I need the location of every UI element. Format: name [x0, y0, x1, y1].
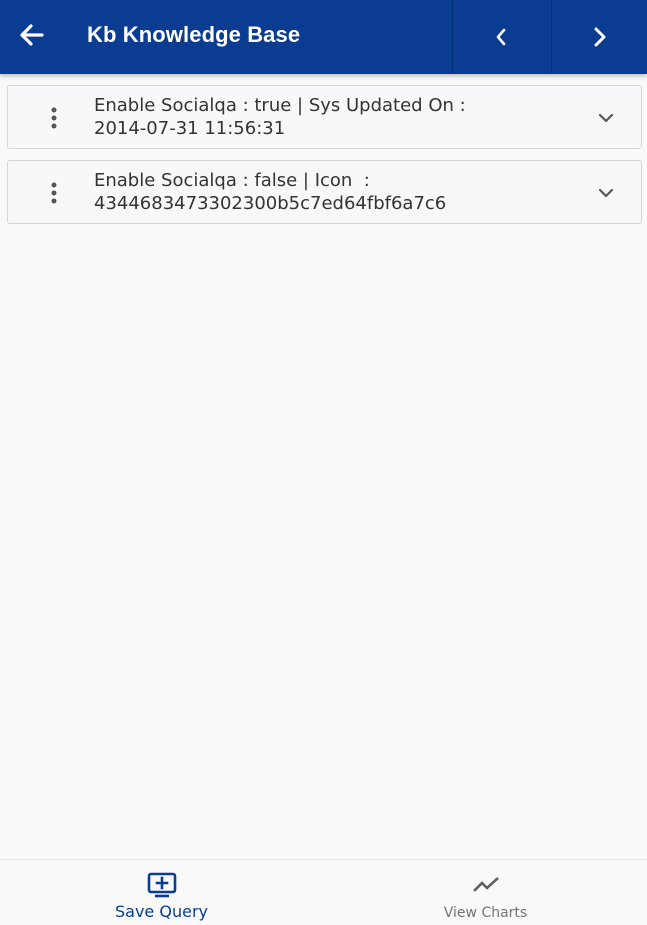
- expand-button[interactable]: [592, 179, 620, 207]
- previous-page-button[interactable]: [452, 0, 549, 74]
- chevron-down-icon: [598, 188, 614, 198]
- bottom-navigation: Save Query View Charts: [0, 859, 647, 925]
- record-line-2: 4344683473302300b5c7ed64fbf6a7c6: [94, 193, 447, 214]
- record-line-1: Enable Socialqa : false | Icon :: [94, 170, 370, 191]
- more-options-button[interactable]: [42, 104, 66, 132]
- save-query-label: Save Query: [115, 902, 208, 921]
- app-header: Kb Knowledge Base: [0, 0, 647, 74]
- arrow-left-icon: [20, 24, 44, 46]
- expand-button[interactable]: [592, 104, 620, 132]
- list-item[interactable]: Enable Socialqa : true | Sys Updated On …: [7, 85, 642, 149]
- more-vertical-icon: [51, 182, 57, 204]
- add-to-queue-icon: [147, 872, 176, 898]
- more-options-button[interactable]: [42, 179, 66, 207]
- view-charts-label: View Charts: [443, 905, 528, 921]
- more-vertical-icon: [51, 107, 57, 129]
- chevron-down-icon: [598, 113, 614, 123]
- chevron-right-icon: [594, 27, 605, 47]
- view-charts-button[interactable]: View Charts: [324, 860, 647, 925]
- chevron-left-icon: [496, 28, 506, 46]
- list-item[interactable]: Enable Socialqa : false | Icon : 4344683…: [7, 160, 642, 224]
- record-line-1: Enable Socialqa : true | Sys Updated On …: [94, 95, 466, 116]
- save-query-button[interactable]: Save Query: [0, 860, 323, 925]
- page-title: Kb Knowledge Base: [87, 22, 301, 47]
- next-page-button[interactable]: [551, 0, 647, 74]
- record-list: Enable Socialqa : true | Sys Updated On …: [7, 85, 642, 235]
- app-root: Kb Knowledge Base Enable Socialqa : true…: [0, 0, 647, 925]
- record-summary: Enable Socialqa : true | Sys Updated On …: [94, 94, 564, 140]
- record-summary: Enable Socialqa : false | Icon : 4344683…: [94, 169, 564, 215]
- line-chart-icon: [472, 877, 499, 892]
- back-button[interactable]: [12, 17, 52, 53]
- record-line-2: 2014-07-31 11:56:31: [94, 118, 286, 139]
